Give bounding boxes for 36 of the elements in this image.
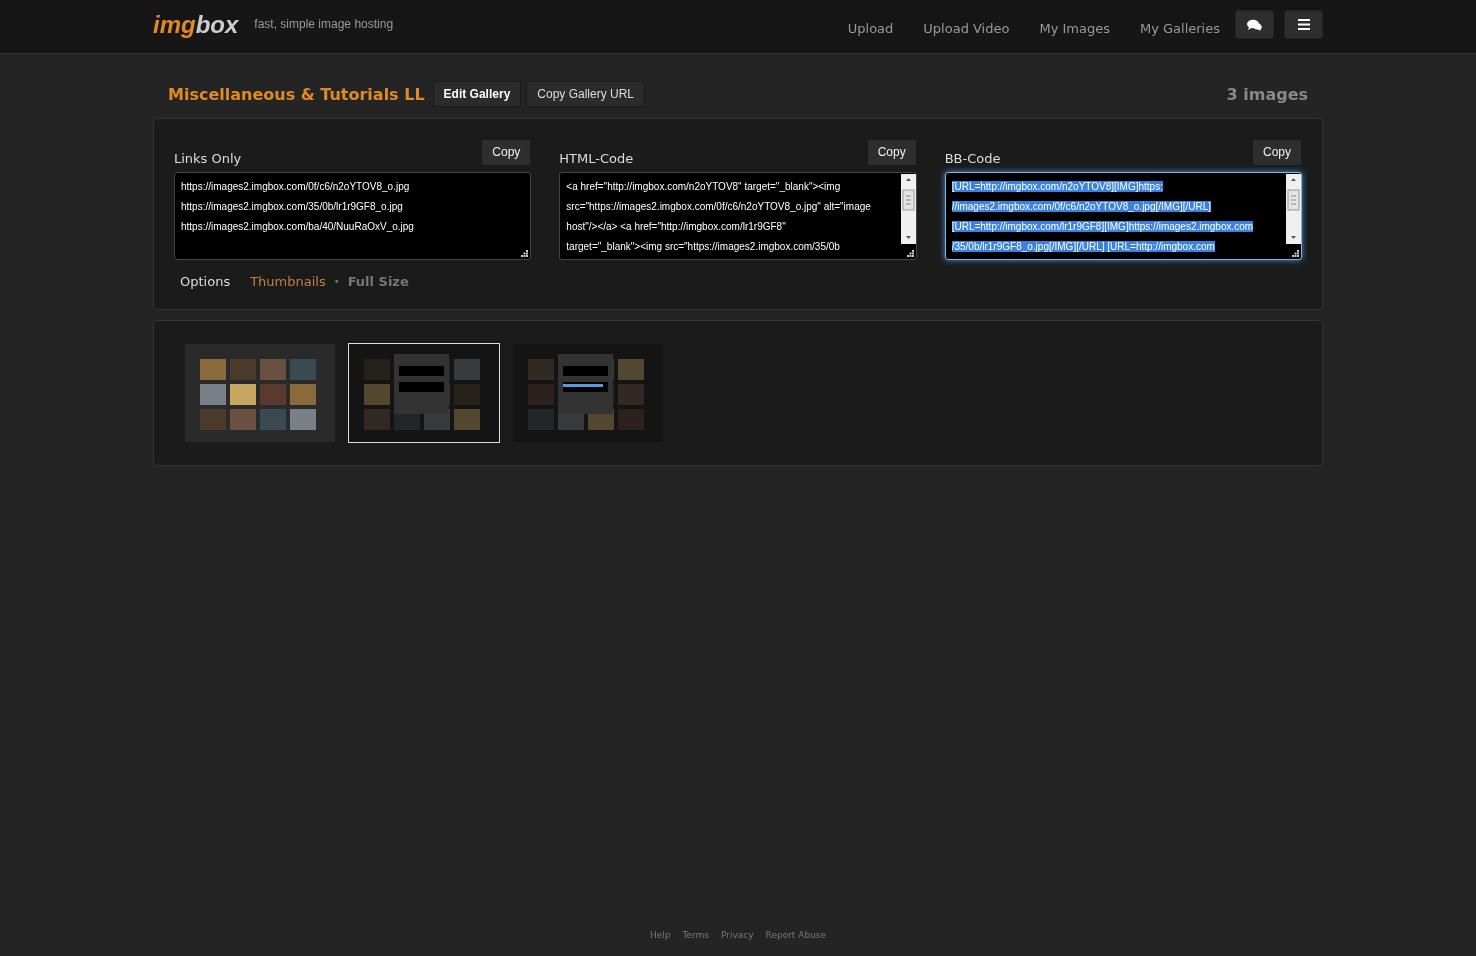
tagline: fast, simple image hosting: [254, 17, 394, 31]
chat-button[interactable]: [1235, 10, 1274, 39]
gallery-button[interactable]: Copy Gallery URL: [526, 81, 645, 107]
footer-link[interactable]: Privacy: [720, 930, 754, 940]
code-label: HTML-Code: [559, 151, 634, 166]
gallery-title: Miscellaneous & Tutorials LL: [168, 84, 425, 104]
copy-button[interactable]: Copy: [866, 139, 917, 166]
nav-link[interactable]: My Galleries: [1139, 17, 1220, 36]
resize-grip-icon[interactable]: [906, 250, 914, 257]
speech-bubbles-icon: [1247, 18, 1262, 31]
copy-button[interactable]: Copy: [481, 139, 532, 166]
separator-dot: •: [333, 276, 340, 287]
code-field[interactable]: [URL=http://imgbox.com/n2oYTOV8][IMG]https: //images2.imgbox.com/0f/c6/n2oYTOV8_o.jpg[/IMG][/URL] [URL=http://imgbox.com/lr1r9GF8][IMG]https://images2.imgbox.com /35/0b/lr1r9GF8_o.jpg[/IMG][/URL] [URL=http://imgbox.com: [944, 172, 1302, 260]
nav-link[interactable]: My Images: [1039, 17, 1110, 36]
code-field[interactable]: <a href="http://imgbox.com/n2oYTOV8" target="_blank"><img src="https://images2.imgbox.com/0f/c6/n2oYTOV8_o.jpg" alt="image host"/></a> <a href="http://imgbox.com/lr1r9GF8" target="_blank"><img src="https://images2.imgbox.com/35/0b: [559, 172, 917, 260]
gallery-button[interactable]: Edit Gallery: [432, 81, 522, 107]
footer-link[interactable]: Help: [649, 930, 671, 940]
menu-button[interactable]: [1284, 10, 1323, 39]
size-option[interactable]: Thumbnails: [250, 274, 326, 289]
code-label: Links Only: [174, 151, 242, 166]
image-count: 3 images: [1226, 84, 1308, 104]
scrollbar[interactable]: [1286, 174, 1301, 244]
logo[interactable]: imgbox: [153, 10, 239, 39]
resize-grip-icon[interactable]: [521, 250, 529, 257]
copy-button[interactable]: Copy: [1251, 139, 1302, 166]
footer-link[interactable]: Report Abuse: [765, 930, 827, 940]
nav-link[interactable]: Upload: [847, 17, 894, 36]
menu-icon: [1297, 19, 1310, 30]
code-label: BB-Code: [944, 151, 1001, 166]
footer-link[interactable]: Terms: [682, 930, 709, 940]
scrollbar[interactable]: [900, 174, 916, 244]
size-option[interactable]: Full Size: [347, 274, 409, 289]
options-label: Options: [180, 274, 231, 289]
nav-link[interactable]: Upload Video: [923, 17, 1010, 36]
code-field[interactable]: https://images2.imgbox.com/0f/c6/n2oYTOV8_o.jpg https://images2.imgbox.com/35/0b/lr1r9GF8_o.jpg https://images2.imgbox.com/ba/40/NuuRaOxV_o.jpg: [174, 172, 532, 260]
resize-grip-icon[interactable]: [1292, 250, 1299, 257]
